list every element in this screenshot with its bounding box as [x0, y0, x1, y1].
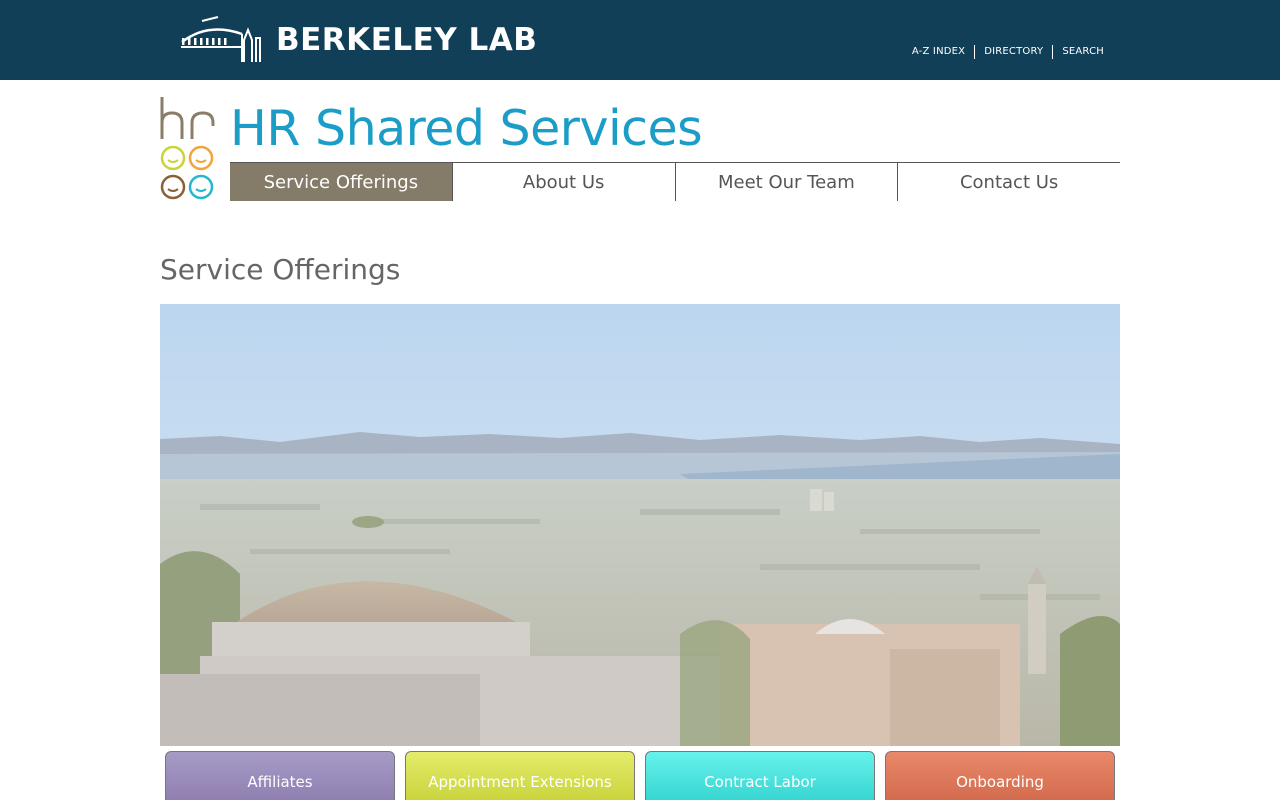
service-tiles: Affiliates Appointment Extensions Contra…	[165, 751, 1115, 800]
tile-contract-labor[interactable]: Contract Labor	[645, 751, 875, 800]
utility-links: A-Z INDEX DIRECTORY SEARCH	[903, 45, 1104, 59]
page-title: Service Offerings	[160, 253, 401, 286]
tile-affiliates[interactable]: Affiliates	[165, 751, 395, 800]
directory-link[interactable]: DIRECTORY	[974, 45, 1052, 59]
brand-name: BERKELEY LAB	[276, 22, 538, 58]
berkeley-lab-logo[interactable]: BERKELEY LAB	[178, 16, 537, 64]
site-header: BERKELEY LAB A-Z INDEX DIRECTORY SEARCH	[0, 0, 1280, 80]
hero-image	[160, 304, 1120, 746]
tile-appointment-extensions[interactable]: Appointment Extensions	[405, 751, 635, 800]
building-icon	[181, 16, 261, 62]
search-link[interactable]: SEARCH	[1052, 45, 1104, 59]
nav-contact-us[interactable]: Contact Us	[897, 163, 1120, 201]
site-title[interactable]: HR Shared Services	[230, 98, 703, 160]
nav-service-offerings[interactable]: Service Offerings	[230, 163, 452, 201]
nav-about-us[interactable]: About Us	[451, 163, 675, 201]
nav-meet-our-team[interactable]: Meet Our Team	[674, 163, 898, 201]
tile-onboarding[interactable]: Onboarding	[885, 751, 1115, 800]
az-index-link[interactable]: A-Z INDEX	[903, 45, 974, 59]
hr-logo-icon[interactable]	[160, 97, 216, 201]
main-nav: Service Offerings About Us Meet Our Team…	[230, 162, 1120, 201]
